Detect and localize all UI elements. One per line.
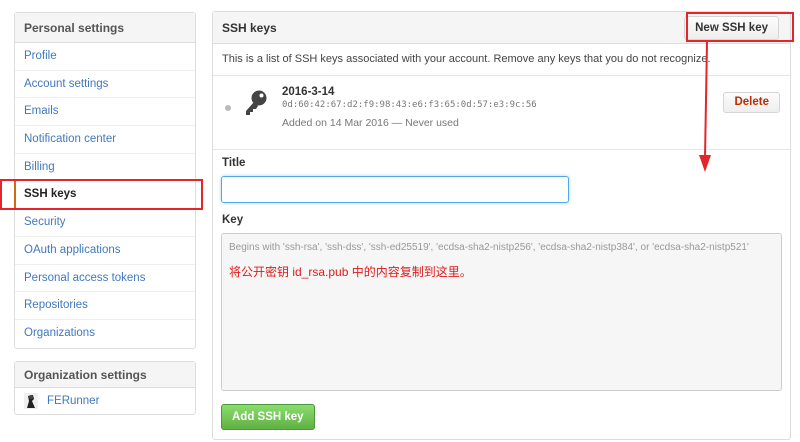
annotation-box-ssh-keys	[0, 179, 203, 210]
delete-key-button[interactable]: Delete	[723, 92, 780, 113]
sidebar-item-personal-access-tokens[interactable]: Personal access tokens	[15, 265, 195, 293]
organization-settings-menu: Organization settings FERunner	[14, 361, 196, 415]
sidebar-item-profile[interactable]: Profile	[15, 43, 195, 71]
title-label: Title	[222, 157, 246, 169]
key-title: 2016-3-14	[282, 86, 335, 98]
org-item-feruner[interactable]: FERunner	[15, 388, 195, 414]
key-added-info: Added on 14 Mar 2016 — Never used	[282, 117, 459, 129]
sidebar-item-organizations[interactable]: Organizations	[15, 320, 195, 348]
ssh-keys-panel: SSH keys New SSH key This is a list of S…	[212, 11, 791, 440]
annotation-box-new-ssh-key	[686, 12, 794, 42]
ssh-key-row: 2016-3-14 0d:60:42:67:d2:f9:98:43:e6:f3:…	[213, 76, 790, 150]
sidebar-item-oauth-applications[interactable]: OAuth applications	[15, 237, 195, 265]
sidebar-item-security[interactable]: Security	[15, 209, 195, 237]
sidebar-item-account-settings[interactable]: Account settings	[15, 71, 195, 99]
title-input[interactable]	[221, 176, 569, 203]
sidebar-item-billing[interactable]: Billing	[15, 154, 195, 182]
sidebar-item-notification-center[interactable]: Notification center	[15, 126, 195, 154]
personal-settings-heading: Personal settings	[15, 13, 195, 43]
key-icon	[243, 89, 269, 121]
key-placeholder: Begins with 'ssh-rsa', 'ssh-dss', 'ssh-e…	[229, 242, 749, 253]
key-fingerprint: 0d:60:42:67:d2:f9:98:43:e6:f3:65:0d:57:e…	[282, 100, 537, 110]
organization-settings-heading: Organization settings	[15, 362, 195, 388]
key-textarea[interactable]: Begins with 'ssh-rsa', 'ssh-dss', 'ssh-e…	[221, 233, 782, 391]
add-ssh-key-button[interactable]: Add SSH key	[221, 404, 315, 430]
sidebar-item-emails[interactable]: Emails	[15, 98, 195, 127]
key-status-dot	[225, 105, 231, 111]
key-label: Key	[222, 214, 244, 226]
org-avatar-icon	[24, 393, 38, 409]
sidebar-item-repositories[interactable]: Repositories	[15, 292, 195, 320]
ssh-keys-intro: This is a list of SSH keys associated wi…	[213, 44, 790, 76]
org-name: FERunner	[47, 395, 100, 407]
key-annotation-note: 将公开密钥 id_rsa.pub 中的内容复制到这里。	[229, 265, 472, 279]
